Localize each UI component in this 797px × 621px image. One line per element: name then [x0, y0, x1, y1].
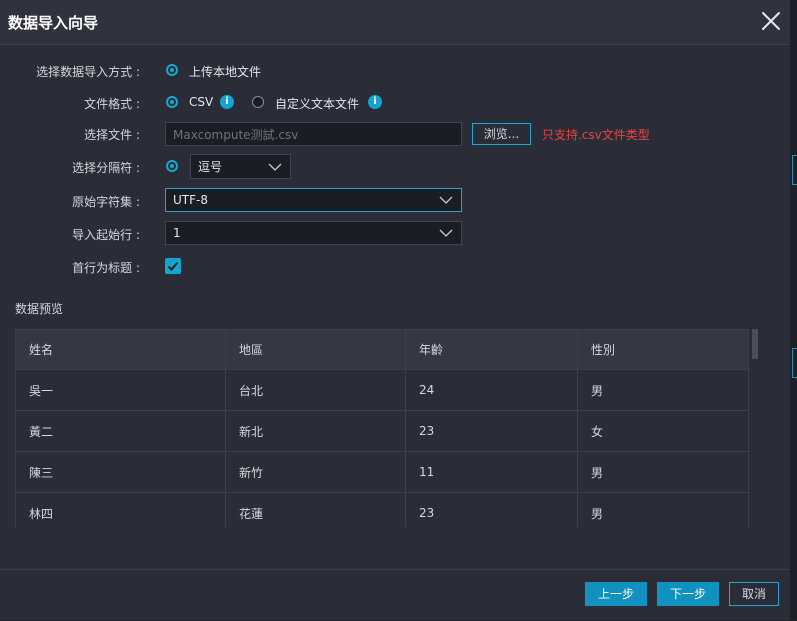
- file-format-label: 文件格式 :: [84, 97, 140, 111]
- table-scrollbar-thumb[interactable]: [752, 329, 758, 359]
- table-row: 黃二 新北 23 女: [16, 411, 749, 452]
- table-header-row: 姓名 地區 年齡 性別: [16, 329, 749, 370]
- chevron-down-icon: [439, 229, 453, 237]
- preview-title: 数据预览: [15, 302, 64, 316]
- background-button-edge: [792, 348, 797, 378]
- table-cell: 23: [406, 411, 578, 451]
- radio-delimiter[interactable]: [166, 160, 178, 172]
- file-type-warning: 只支持.csv文件类型: [542, 128, 650, 142]
- radio-custom-text[interactable]: [252, 96, 264, 108]
- table-cell: 台北: [226, 370, 406, 410]
- background-button-edge: [792, 155, 797, 185]
- preview-table: 姓名 地區 年齡 性別 吳一 台北 24 男 黃二 新北 23 女 陳三 新竹 …: [15, 329, 749, 527]
- table-cell: 吳一: [16, 370, 226, 410]
- dialog-title: 数据导入向导: [8, 14, 99, 32]
- table-cell: 林四: [16, 493, 226, 527]
- charset-value: UTF-8: [173, 193, 208, 207]
- next-step-button[interactable]: 下一步: [657, 582, 719, 606]
- browse-button[interactable]: 浏览...: [472, 123, 531, 145]
- table-cell: 陳三: [16, 452, 226, 492]
- header-row-label: 首行为标题 :: [72, 261, 140, 275]
- previous-step-button[interactable]: 上一步: [585, 582, 647, 606]
- start-row-select[interactable]: 1: [165, 221, 462, 245]
- chevron-down-icon: [439, 196, 453, 204]
- table-cell: 24: [406, 370, 578, 410]
- csv-option-label: CSV: [189, 95, 214, 109]
- charset-select[interactable]: UTF-8: [165, 188, 462, 212]
- table-cell: 黃二: [16, 411, 226, 451]
- delimiter-value: 逗号: [198, 160, 223, 174]
- import-wizard-dialog: 数据导入向导 选择数据导入方式 : 上传本地文件 文件格式 : CSV i 自定…: [0, 0, 790, 620]
- table-cell: 女: [578, 411, 749, 451]
- column-header: 年齡: [406, 330, 578, 369]
- custom-text-option-label: 自定义文本文件: [275, 97, 360, 111]
- column-header: 性別: [578, 330, 749, 369]
- cancel-button[interactable]: 取消: [729, 582, 779, 606]
- upload-local-option-label: 上传本地文件: [189, 65, 262, 79]
- checkmark-icon: [167, 261, 179, 271]
- select-file-label: 选择文件 :: [84, 128, 140, 142]
- table-row: 吳一 台北 24 男: [16, 370, 749, 411]
- background-panel-edge: [790, 0, 797, 620]
- info-icon[interactable]: i: [220, 95, 234, 109]
- table-cell: 男: [578, 452, 749, 492]
- column-header: 姓名: [16, 330, 226, 369]
- table-cell: 新竹: [226, 452, 406, 492]
- charset-label: 原始字符集 :: [72, 195, 140, 209]
- start-row-label: 导入起始行 :: [72, 228, 140, 242]
- table-row: 陳三 新竹 11 男: [16, 452, 749, 493]
- table-cell: 11: [406, 452, 578, 492]
- dialog-header: 数据导入向导: [0, 0, 790, 45]
- file-path-placeholder: Maxcompute测試.csv: [173, 127, 299, 142]
- start-row-value: 1: [173, 226, 181, 240]
- table-cell: 男: [578, 493, 749, 527]
- radio-upload-local[interactable]: [166, 64, 178, 76]
- delimiter-select[interactable]: 逗号: [190, 154, 291, 179]
- import-method-label: 选择数据导入方式 :: [36, 65, 140, 79]
- close-icon[interactable]: [758, 8, 784, 34]
- chevron-down-icon: [268, 163, 282, 171]
- table-cell: 新北: [226, 411, 406, 451]
- table-row: 林四 花蓮 23 男: [16, 493, 749, 527]
- table-cell: 花蓮: [226, 493, 406, 527]
- radio-csv[interactable]: [166, 96, 178, 108]
- table-cell: 男: [578, 370, 749, 410]
- header-row-checkbox[interactable]: [165, 258, 181, 274]
- info-icon[interactable]: i: [368, 95, 382, 109]
- table-cell: 23: [406, 493, 578, 527]
- file-path-input[interactable]: Maxcompute测試.csv: [165, 122, 462, 146]
- column-header: 地區: [226, 330, 406, 369]
- delimiter-label: 选择分隔符 :: [72, 161, 140, 175]
